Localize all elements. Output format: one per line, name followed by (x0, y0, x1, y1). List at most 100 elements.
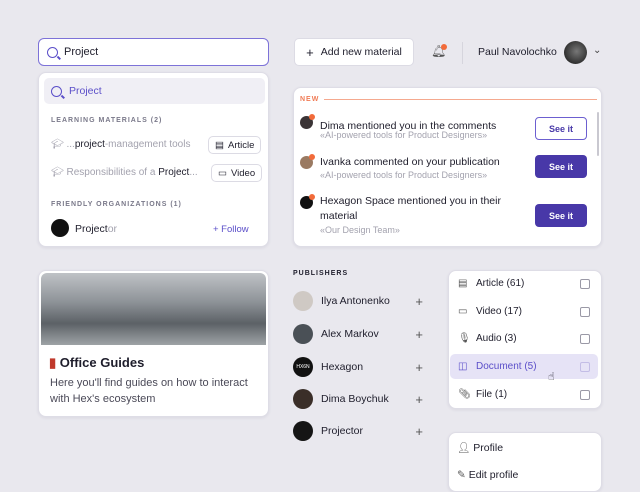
user-icon: 👤︎ (457, 442, 471, 454)
menu-label: Profile (473, 442, 504, 454)
menu-label: Edit profile (468, 469, 519, 481)
text: ... (66, 139, 75, 150)
plus-icon: + (306, 44, 314, 60)
publisher-row[interactable]: Projector + (293, 421, 423, 441)
plus-icon[interactable]: + (415, 360, 423, 375)
filter-article[interactable]: ▤ Article (61) (450, 271, 598, 296)
filter-video[interactable]: ▭ Video (17) (450, 299, 598, 324)
button-label: Add new material (320, 46, 402, 58)
publisher-row[interactable]: Ilya Antonenko + (293, 291, 423, 311)
search-icon (51, 85, 62, 97)
suggestion-text: Project (69, 85, 102, 97)
menu-profile[interactable]: 👤︎ Profile (457, 441, 503, 454)
filter-file[interactable]: 📎︎ File (1) (450, 382, 598, 407)
filter-audio[interactable]: 🎙︎ Audio (3) (450, 326, 598, 351)
bell-icon[interactable]: 🔔︎ (431, 44, 448, 58)
notification-title: Hexagon Space mentioned you in their mat… (320, 195, 501, 222)
menu-edit-profile[interactable]: ✎ Edit profile (457, 469, 518, 481)
orgs-header: FRIENDLY ORGANIZATIONS (1) (51, 201, 182, 208)
avatar (293, 291, 313, 311)
checkbox[interactable] (580, 333, 590, 344)
publisher-row[interactable]: Dima Boychuk + (293, 389, 423, 409)
notification-avatar (300, 114, 315, 129)
org-avatar (51, 219, 69, 237)
title-text: Office Guides (59, 355, 145, 370)
scrollbar[interactable] (597, 112, 599, 156)
graduation-cap-icon: 🎓︎ (51, 167, 64, 178)
notification-subtitle: «AI-powered tools for Product Designers» (320, 170, 488, 180)
publishers-label: PUBLISHERS (293, 270, 349, 277)
publisher-row[interactable]: Alex Markov + (293, 324, 423, 344)
notification-subtitle: «Our Design Team» (320, 225, 400, 235)
plus-icon[interactable]: + (415, 392, 423, 407)
badge-label: Video (230, 167, 256, 179)
search-input-box[interactable] (38, 38, 269, 66)
plus-icon[interactable]: + (415, 294, 423, 309)
match: project (74, 139, 105, 150)
text: Responsibilities of a (66, 167, 159, 178)
see-it-button[interactable]: See it (535, 117, 587, 140)
badge-label: Article (227, 139, 255, 151)
search-icon (47, 46, 58, 58)
checkbox[interactable] (580, 306, 590, 317)
see-it-button[interactable]: See it (535, 204, 587, 227)
publisher-row[interactable]: HX6N Hexagon + (293, 357, 423, 377)
text: ... (189, 167, 198, 178)
notification-avatar (300, 154, 315, 169)
avatar (293, 421, 313, 441)
video-icon: ▭ (458, 306, 468, 317)
checkbox[interactable] (580, 361, 590, 372)
text: or (107, 223, 118, 235)
material-result[interactable]: 🎓︎ ...project-management tools (51, 139, 190, 150)
book-icon: ▮ (49, 355, 57, 370)
org-name[interactable]: Projector (75, 223, 117, 235)
article-icon: ▤ (458, 278, 468, 289)
avatar: HX6N (293, 357, 313, 377)
video-icon: ▭ (218, 167, 227, 179)
materials-header: LEARNING MATERIALS (2) (51, 117, 163, 124)
publisher-name: Ilya Antonenko (321, 295, 390, 307)
office-guides-card[interactable]: ▮ Office Guides Here you'll find guides … (38, 270, 269, 417)
text: -management tools (104, 139, 191, 150)
publisher-name: Alex Markov (321, 328, 379, 340)
article-badge: ▤ Article (208, 136, 262, 154)
notification-dot (441, 44, 448, 50)
see-it-button[interactable]: See it (535, 155, 587, 178)
filter-label: Video (17) (476, 306, 522, 317)
user-avatar[interactable] (564, 41, 587, 64)
search-input[interactable] (64, 46, 244, 58)
match: Project (158, 167, 190, 178)
plus-icon[interactable]: + (415, 327, 423, 342)
filter-label: Audio (3) (476, 333, 517, 344)
publisher-name: Projector (321, 425, 364, 437)
filter-label: Document (5) (476, 361, 537, 372)
add-material-button[interactable]: + Add new material (294, 38, 414, 66)
filter-document[interactable]: ◫ Document (5) (450, 354, 598, 379)
graduation-cap-icon: 🎓︎ (51, 139, 64, 150)
office-image (41, 273, 266, 345)
chevron-down-icon[interactable]: ⌄ (593, 45, 601, 56)
plus-icon[interactable]: + (415, 424, 423, 439)
publisher-name: Hexagon (321, 361, 364, 373)
follow-button[interactable]: + Follow (213, 224, 249, 235)
video-badge: ▭ Video (211, 164, 263, 182)
paperclip-icon: 📎︎ (458, 389, 471, 400)
search-dropdown: Project LEARNING MATERIALS (2) 🎓︎ ...pro… (38, 72, 269, 247)
user-name[interactable]: Paul Navolochko (478, 46, 557, 58)
checkbox[interactable] (580, 389, 590, 400)
checkbox[interactable] (580, 278, 590, 289)
profile-menu: 👤︎ Profile ✎ Edit profile (448, 432, 602, 492)
avatar (293, 389, 313, 409)
guide-description: Here you'll find guides on how to intera… (50, 377, 248, 405)
notification-title: Ivanka commented on your publication (320, 156, 500, 168)
material-result[interactable]: 🎓︎ Responsibilities of a Project... (51, 167, 198, 178)
article-icon: ▤ (215, 139, 224, 151)
publisher-name: Dima Boychuk (321, 393, 389, 405)
new-divider (324, 99, 597, 100)
filter-label: Article (61) (476, 278, 525, 289)
search-suggestion[interactable]: Project (44, 78, 265, 104)
match: Project (75, 223, 108, 235)
document-icon: ◫ (458, 361, 468, 372)
filter-label: File (1) (476, 389, 508, 400)
notification-subtitle: «AI-powered tools for Product Designers» (320, 130, 488, 140)
